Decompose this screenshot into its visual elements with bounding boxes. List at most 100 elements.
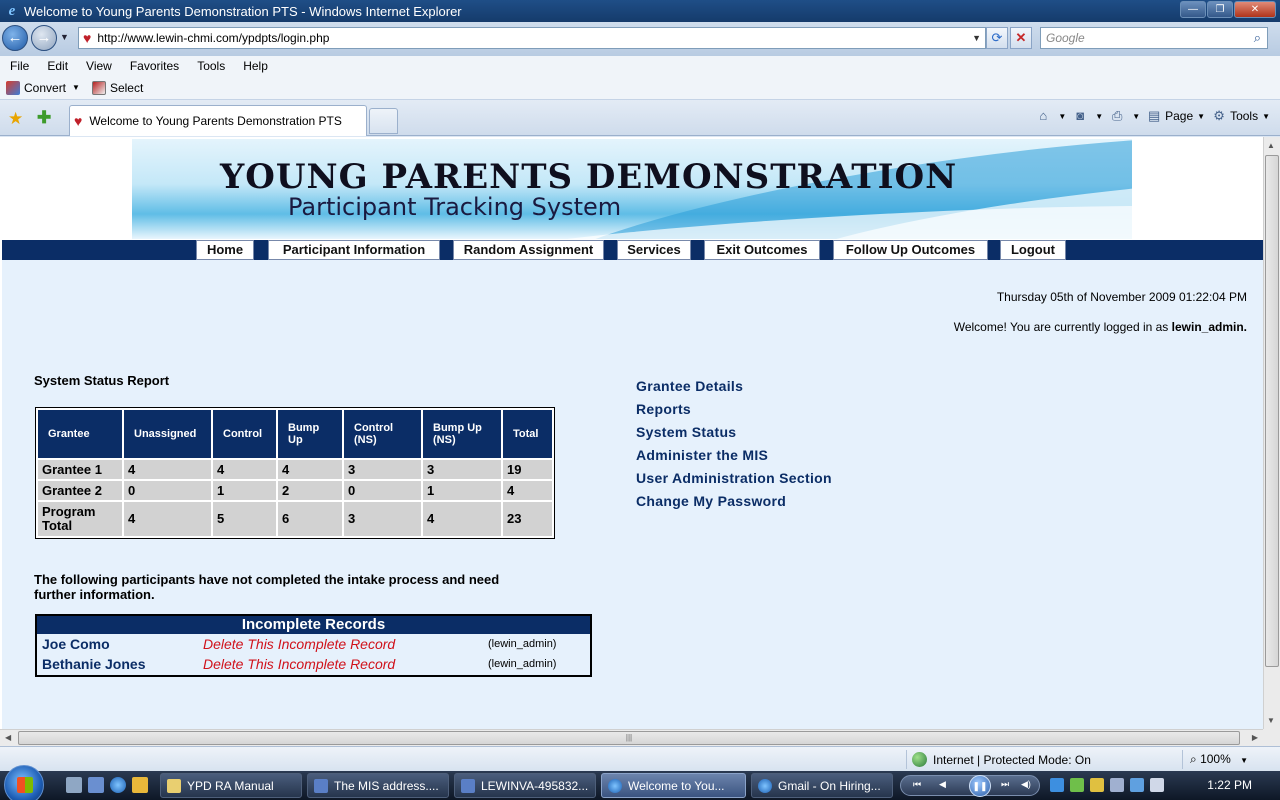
incomplete-records-panel: Incomplete Records Joe Como Delete This … xyxy=(35,614,592,677)
taskbar-item[interactable]: YPD RA Manual xyxy=(160,773,302,798)
menu-view[interactable]: View xyxy=(76,59,120,73)
scroll-left-icon[interactable]: ◀ xyxy=(5,733,11,742)
admin-links: Grantee Details Reports System Status Ad… xyxy=(636,375,832,513)
menu-tools[interactable]: Tools xyxy=(187,59,233,73)
table-cell: 1 xyxy=(423,481,501,500)
link-user-administration[interactable]: User Administration Section xyxy=(636,467,832,490)
task-label: LEWINVA-495832... xyxy=(481,778,589,793)
nav-exit-outcomes[interactable]: Exit Outcomes xyxy=(704,240,820,260)
nav-follow-up-outcomes[interactable]: Follow Up Outcomes xyxy=(833,240,988,260)
delete-record-link[interactable]: Delete This Incomplete Record xyxy=(203,656,395,672)
zoom-level[interactable]: ⌕ 100% ▼ xyxy=(1190,752,1248,767)
forward-button[interactable]: → xyxy=(31,25,57,51)
tab-title: Welcome to Young Parents Demonstration P… xyxy=(89,114,342,128)
pause-button[interactable]: ❚❚ xyxy=(969,775,991,797)
current-datetime: Thursday 05th of November 2009 01:22:04 … xyxy=(996,290,1247,304)
switch-windows-icon[interactable] xyxy=(88,777,104,793)
minimize-button[interactable]: — xyxy=(1180,1,1206,18)
mail-icon[interactable] xyxy=(1110,778,1124,792)
history-dropdown-icon[interactable]: ▼ xyxy=(60,32,69,42)
table-row-total: Program Total 4 5 6 3 4 23 xyxy=(38,502,552,536)
ie-logo-icon: e xyxy=(8,3,16,19)
search-input[interactable]: Google ⌕ xyxy=(1040,27,1268,49)
menu-favorites[interactable]: Favorites xyxy=(120,59,187,73)
menu-file[interactable]: File xyxy=(0,59,37,73)
new-tab-button[interactable] xyxy=(369,108,398,134)
vertical-scrollbar[interactable]: ▲ ▼ xyxy=(1263,137,1280,729)
favorites-star-icon[interactable]: ★ xyxy=(8,109,23,129)
table-cell: 3 xyxy=(423,460,501,479)
messenger-icon[interactable] xyxy=(1090,778,1104,792)
table-cell: 0 xyxy=(124,481,211,500)
incomplete-records-header: Incomplete Records xyxy=(37,616,590,634)
tools-menu-button[interactable]: ⚙ Tools ▼ xyxy=(1211,108,1270,124)
scroll-right-icon[interactable]: ▶ xyxy=(1252,733,1258,742)
address-dropdown-icon[interactable]: ▼ xyxy=(972,33,981,43)
refresh-button[interactable]: ⟳ xyxy=(986,27,1008,49)
speaker-icon[interactable] xyxy=(1150,778,1164,792)
link-administer-mis[interactable]: Administer the MIS xyxy=(636,444,832,467)
nav-services[interactable]: Services xyxy=(617,240,691,260)
page-menu-button[interactable]: ▤ Page ▼ xyxy=(1146,108,1205,124)
link-grantee-details[interactable]: Grantee Details xyxy=(636,375,832,398)
horizontal-scrollbar[interactable]: ◀ ||| ▶ xyxy=(0,729,1263,746)
media-controls[interactable]: ⏮ ◀ ❚❚ ⏭ ◀) xyxy=(900,775,1040,797)
tab-welcome[interactable]: ♥ Welcome to Young Parents Demonstration… xyxy=(69,105,367,136)
next-track-icon[interactable]: ⏭ xyxy=(1001,779,1009,790)
stop-button[interactable]: ✕ xyxy=(1010,27,1032,49)
network-icon[interactable] xyxy=(1050,778,1064,792)
list-item: Joe Como Delete This Incomplete Record (… xyxy=(37,634,590,654)
link-system-status[interactable]: System Status xyxy=(636,421,832,444)
nav-logout[interactable]: Logout xyxy=(1000,240,1066,260)
nav-participant-information[interactable]: Participant Information xyxy=(268,240,440,260)
scroll-up-icon[interactable]: ▲ xyxy=(1267,141,1275,150)
taskbar-item[interactable]: Gmail - On Hiring... xyxy=(751,773,893,798)
security-zone[interactable]: Internet | Protected Mode: On xyxy=(912,752,1091,767)
taskbar-item[interactable]: The MIS address.... xyxy=(307,773,449,798)
link-reports[interactable]: Reports xyxy=(636,398,832,421)
system-clock[interactable]: 1:22 PM xyxy=(1207,778,1252,792)
media-player-icon[interactable] xyxy=(132,777,148,793)
site-banner: YOUNG PARENTS DEMONSTRATION Participant … xyxy=(132,139,1132,239)
home-button[interactable]: ⌂ ▼ xyxy=(1035,108,1066,124)
battery-icon[interactable] xyxy=(1130,778,1144,792)
taskbar-item[interactable]: LEWINVA-495832... xyxy=(454,773,596,798)
address-row: ← → ▼ ♥ http://www.lewin-chmi.com/ypdpts… xyxy=(0,22,1280,56)
previous-track-icon[interactable]: ⏮ xyxy=(913,779,921,790)
print-button[interactable]: ⎙ ▼ xyxy=(1109,108,1140,124)
banner-area: YOUNG PARENTS DEMONSTRATION Participant … xyxy=(2,137,1263,240)
volume-icon[interactable]: ◀) xyxy=(1021,779,1031,790)
column-header: Total xyxy=(503,410,552,458)
vertical-scroll-thumb[interactable] xyxy=(1265,155,1279,667)
url-text[interactable]: http://www.lewin-chmi.com/ypdpts/login.p… xyxy=(97,31,329,45)
convert-label: Convert xyxy=(24,80,67,95)
ie-quicklaunch-icon[interactable] xyxy=(110,777,126,793)
delete-record-link[interactable]: Delete This Incomplete Record xyxy=(203,636,395,652)
back-button[interactable]: ← xyxy=(2,25,28,51)
security-icon[interactable] xyxy=(1070,778,1084,792)
nav-home[interactable]: Home xyxy=(196,240,254,260)
banner-title: YOUNG PARENTS DEMONSTRATION xyxy=(220,157,958,197)
show-desktop-icon[interactable] xyxy=(66,777,82,793)
maximize-button[interactable]: ❐ xyxy=(1207,1,1233,18)
feeds-button[interactable]: ◙ ▼ xyxy=(1072,108,1103,124)
convert-button[interactable]: Convert xyxy=(6,80,67,95)
menu-edit[interactable]: Edit xyxy=(37,59,76,73)
scroll-down-icon[interactable]: ▼ xyxy=(1267,716,1275,725)
taskbar-item-active[interactable]: Welcome to You... xyxy=(601,773,746,798)
participant-name-link[interactable]: Bethanie Jones xyxy=(42,656,145,672)
menu-help[interactable]: Help xyxy=(233,59,276,73)
horizontal-scroll-thumb[interactable]: ||| xyxy=(18,731,1240,745)
search-icon[interactable]: ⌕ xyxy=(1254,30,1261,46)
address-field[interactable]: ♥ http://www.lewin-chmi.com/ypdpts/login… xyxy=(78,27,986,49)
close-button[interactable]: ✕ xyxy=(1234,1,1276,18)
start-button[interactable] xyxy=(4,765,44,800)
select-button[interactable]: Select xyxy=(91,80,143,95)
participant-name-link[interactable]: Joe Como xyxy=(42,636,110,652)
convert-dropdown-icon[interactable]: ▼ xyxy=(72,83,80,92)
add-favorites-icon[interactable]: ✚ xyxy=(37,108,51,128)
table-cell: 23 xyxy=(503,502,552,536)
rewind-icon[interactable]: ◀ xyxy=(939,779,946,790)
link-change-password[interactable]: Change My Password xyxy=(636,490,832,513)
nav-random-assignment[interactable]: Random Assignment xyxy=(453,240,604,260)
